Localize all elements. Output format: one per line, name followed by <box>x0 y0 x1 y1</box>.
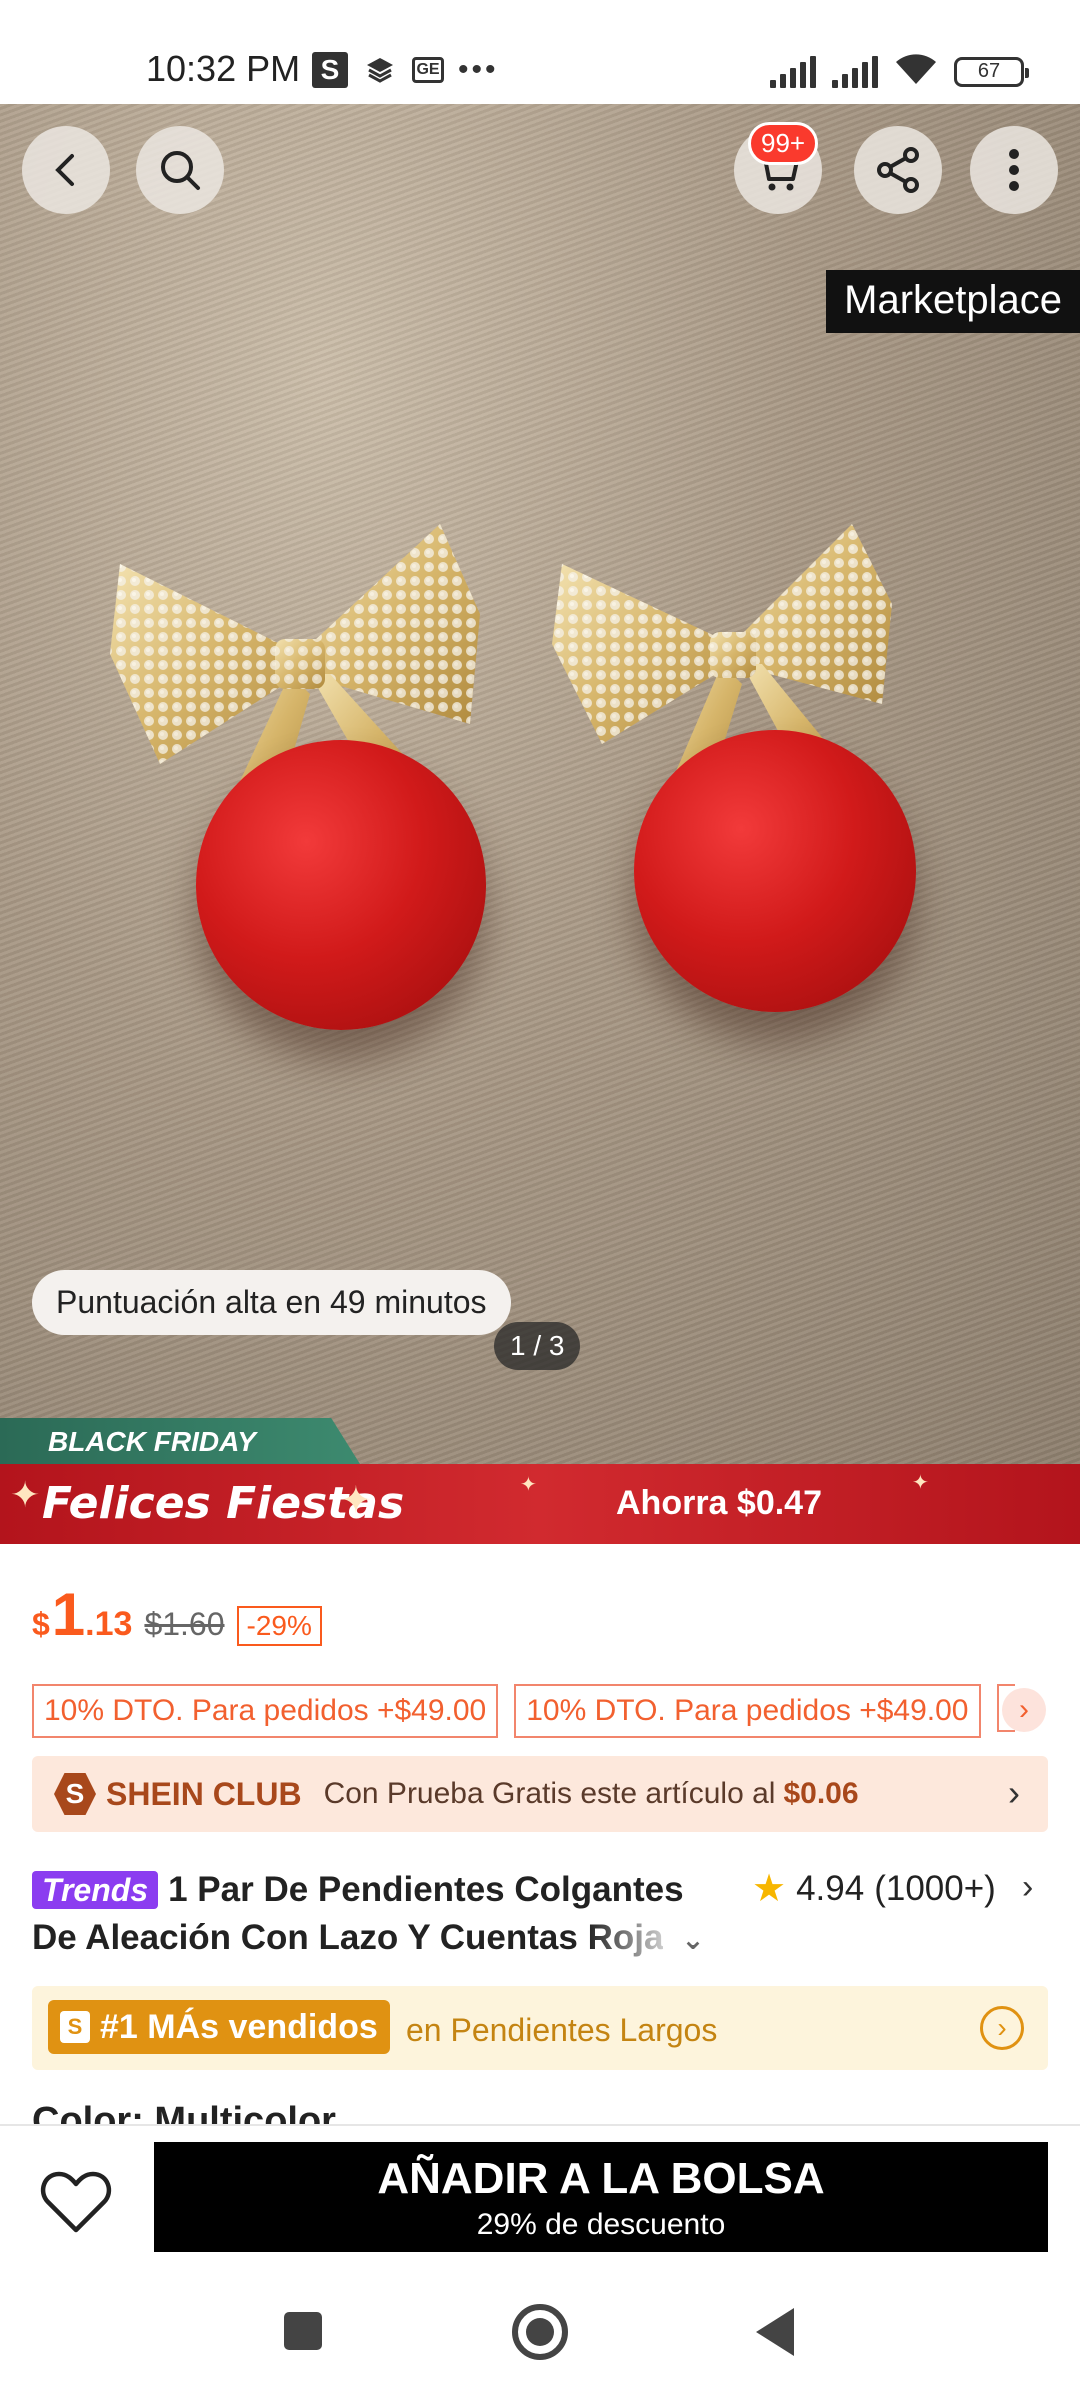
marketplace-label: Marketplace <box>826 270 1080 333</box>
product-title[interactable]: Trends 1 Par De Pendientes Colgantes De A… <box>32 1866 712 1964</box>
rating-value: 4.94 <box>796 1868 865 1908</box>
heart-icon <box>40 2171 112 2233</box>
add-to-bag-label: AÑADIR A LA BOLSA <box>377 2154 825 2203</box>
back-button[interactable] <box>22 126 110 214</box>
recents-button[interactable] <box>284 2312 322 2350</box>
color-selector-label[interactable]: Color: Multicolor <box>32 2100 336 2126</box>
price-row: $ 1 .13 $1.60 -29% <box>32 1580 322 1649</box>
back-arrow-icon <box>55 154 74 186</box>
circle-arrow-right-icon: › <box>980 2006 1024 2050</box>
trophy-icon: S <box>60 2011 90 2043</box>
product-rating[interactable]: ★ 4.94 (1000+) <box>752 1866 996 1911</box>
product-title-line2: De Aleación Con Lazo Y Cuentas <box>32 1918 578 1957</box>
share-button[interactable] <box>854 126 942 214</box>
best-seller-banner[interactable]: S #1 MÁs vendidos en Pendientes Largos › <box>32 1986 1048 2070</box>
image-page-indicator: 1 / 3 <box>494 1322 581 1370</box>
sparkle-icon: ✦ <box>340 1480 372 1522</box>
sparkle-icon: ✦ <box>520 1474 537 1496</box>
signal-icon-2 <box>832 55 878 88</box>
club-text: Con Prueba Gratis este artículo al <box>323 1777 776 1810</box>
home-button[interactable] <box>512 2304 568 2360</box>
status-notification-icons: S GE ••• <box>312 52 499 88</box>
back-nav-button[interactable] <box>756 2308 794 2356</box>
coupon-chip[interactable]: 10% DTO. Para pedidos +$49.00 <box>514 1684 981 1738</box>
chevron-right-icon[interactable]: › <box>1022 1868 1033 1907</box>
coupon-more-button[interactable]: › <box>1002 1688 1046 1732</box>
chevron-down-icon[interactable]: ⌄ <box>681 1916 704 1964</box>
discount-badge: -29% <box>236 1606 322 1646</box>
add-to-bag-button[interactable]: AÑADIR A LA BOLSA 29% de descuento <box>154 2142 1048 2252</box>
shein-club-banner[interactable]: S SHEIN CLUB Con Prueba Gratis este artí… <box>32 1756 1048 1832</box>
wishlist-button[interactable] <box>36 2162 116 2242</box>
price-decimal: .13 <box>85 1605 133 1643</box>
status-bar: 10:32 PM S GE ••• 67 <box>0 0 1080 104</box>
promo-banner[interactable]: ✦ Felices Fiestas ✦ ✦ Ahorra $0.47 ✦ <box>0 1464 1080 1544</box>
price-currency: $ <box>32 1606 50 1642</box>
status-system-icons: 67 <box>770 52 1029 91</box>
ornament-icon: ✦ <box>10 1474 41 1515</box>
price-integer: 1 <box>51 1581 86 1648</box>
best-seller-category: en Pendientes Largos <box>406 2012 718 2048</box>
trends-badge: Trends <box>32 1871 159 1909</box>
share-icon <box>877 147 919 193</box>
coupon-chip[interactable]: 10% DTO. Para pedidos +$49.00 <box>32 1684 499 1738</box>
club-amount: $0.06 <box>783 1777 859 1810</box>
search-button[interactable] <box>136 126 224 214</box>
ge-icon: GE <box>412 57 444 83</box>
rating-hint-pill: Puntuación alta en 49 minutos <box>32 1270 511 1335</box>
shein-notification-icon: S <box>312 52 348 88</box>
status-time: 10:32 PM <box>146 48 301 89</box>
original-price: $1.60 <box>144 1606 225 1642</box>
rating-count: (1000+) <box>874 1868 996 1908</box>
system-nav-bar <box>0 2262 1080 2400</box>
search-icon <box>161 151 200 190</box>
star-icon: ★ <box>752 1868 787 1910</box>
more-options-button[interactable] <box>970 126 1058 214</box>
chevron-right-icon: › <box>1008 1772 1020 1813</box>
more-notifications-icon: ••• <box>458 53 499 86</box>
best-seller-tag: S #1 MÁs vendidos <box>48 2000 390 2054</box>
product-title-line1: 1 Par De Pendientes Colgantes <box>168 1870 684 1909</box>
black-friday-tag: BLACK FRIDAY <box>0 1418 360 1464</box>
signal-icon <box>770 55 816 88</box>
battery-icon: 67 <box>954 56 1029 87</box>
best-seller-label: #1 MÁs vendidos <box>100 2007 378 2046</box>
product-title-truncated: Roja <box>587 1918 664 1957</box>
promo-saving: Ahorra $0.47 <box>616 1484 822 1522</box>
coupon-list: 10% DTO. Para pedidos +$49.00 10% DTO. P… <box>32 1684 1015 1738</box>
shein-club-logo-icon: S <box>54 1773 96 1815</box>
sparkle-icon: ✦ <box>912 1472 929 1494</box>
wifi-icon <box>894 52 938 91</box>
bottom-action-bar: AÑADIR A LA BOLSA 29% de descuento <box>0 2126 1080 2262</box>
layers-icon <box>362 55 398 85</box>
cart-count-badge: 99+ <box>748 122 819 165</box>
club-name: SHEIN CLUB <box>106 1775 302 1812</box>
more-vertical-icon <box>1009 149 1019 191</box>
add-to-bag-sublabel: 29% de descuento <box>476 2208 726 2241</box>
